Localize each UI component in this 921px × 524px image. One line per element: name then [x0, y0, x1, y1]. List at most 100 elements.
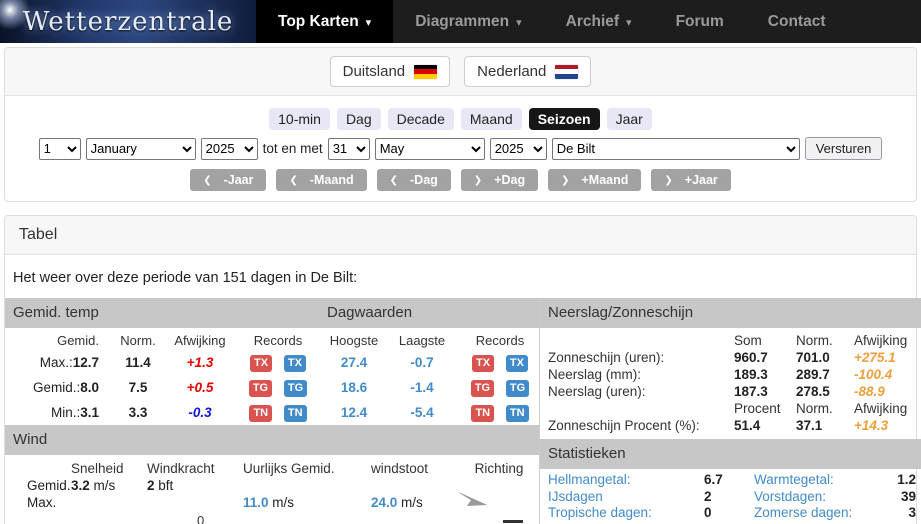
record-badge-red[interactable]: TX — [250, 354, 273, 372]
nav-archief[interactable]: Archief ▾ — [544, 0, 654, 43]
station-select[interactable]: De Bilt — [551, 137, 800, 160]
top-navigation: Wetterzentrale Top Karten ▾ Diagrammen ▾… — [0, 0, 921, 43]
hoogste-link[interactable]: 12.4 — [321, 405, 387, 420]
wind-section-header: Wind — [5, 425, 539, 455]
plus-jaar-button[interactable]: ❯ +Jaar — [651, 169, 731, 191]
to-day-select[interactable]: 31 — [327, 137, 370, 160]
tab-maand[interactable]: Maand — [460, 108, 522, 130]
minus-maand-button[interactable]: ❮ -Maand — [276, 169, 367, 191]
record-badge-red[interactable]: TG — [248, 379, 273, 397]
caret-down-icon: ▾ — [365, 17, 372, 29]
chart-axis-tick: 0 — [197, 513, 205, 524]
minus-dag-button[interactable]: ❮ -Dag — [376, 169, 451, 191]
neerslag-row-uren: Neerslag (uren): 187.3 278.5 -88.9 — [548, 384, 885, 399]
filter-body: 10-min Dag Decade Maand Seizoen Jaar 1 J… — [5, 96, 916, 201]
record-badge-red[interactable]: TX — [472, 354, 495, 372]
chevron-right-icon: ❯ — [561, 174, 570, 186]
record-badge-red[interactable]: TG — [470, 379, 495, 397]
nav-top-karten[interactable]: Top Karten ▾ — [256, 0, 394, 43]
caret-down-icon: ▾ — [626, 17, 632, 29]
laagste-link[interactable]: -1.4 — [387, 380, 457, 395]
statistieken-section-header: Statistieken — [540, 439, 921, 469]
country-label: Duitsland — [342, 63, 406, 80]
versturen-button[interactable]: Versturen — [804, 137, 883, 160]
record-badge-blue[interactable]: TN — [505, 404, 529, 422]
wind-column-headers: Snelheid Windkracht Uurlijks Gemid. wind… — [71, 461, 524, 476]
wind-title: Wind — [13, 431, 48, 448]
nederland-button[interactable]: Nederland — [464, 56, 592, 87]
nav-label: Archief — [565, 12, 620, 30]
record-badge-blue[interactable]: TX — [505, 354, 528, 372]
duitsland-button[interactable]: Duitsland — [329, 56, 451, 87]
record-badge-blue[interactable]: TX — [283, 354, 306, 372]
period-tabs: 10-min Dag Decade Maand Seizoen Jaar — [5, 108, 916, 130]
temp-section-header: Gemid. temp Dagwaarden — [5, 298, 539, 328]
tab-seizoen[interactable]: Seizoen — [528, 108, 600, 130]
step-buttons: ❮ -Jaar ❮ -Maand ❮ -Dag ❯ +Dag ❯ +Maand … — [5, 169, 916, 191]
chevron-right-icon: ❯ — [664, 174, 673, 186]
from-day-select[interactable]: 1 — [38, 137, 81, 160]
stat-label[interactable]: Warmtegetal: — [754, 472, 872, 489]
plus-maand-button[interactable]: ❯ +Maand — [548, 169, 642, 191]
tab-decade[interactable]: Decade — [387, 108, 454, 130]
chart-menu-icon[interactable] — [503, 520, 523, 524]
stat-label[interactable]: Zomerse dagen: — [754, 505, 872, 522]
afwijking-value: -0.3 — [188, 405, 212, 420]
nav-label: Top Karten — [278, 12, 359, 30]
nav-diagrammen[interactable]: Diagrammen ▾ — [393, 0, 543, 43]
nav-forum[interactable]: Forum — [654, 0, 746, 43]
chevron-left-icon: ❮ — [389, 174, 398, 186]
wind-rows: Gemid. 3.2 m/s 2 bft Max. 11.0 m/s 24.0 … — [5, 477, 539, 511]
nav-contact[interactable]: Contact — [746, 0, 848, 43]
country-label: Nederland — [477, 63, 547, 80]
nav-label: Diagrammen — [415, 12, 510, 30]
tabel-section-title: Tabel — [5, 216, 916, 255]
record-badge-blue[interactable]: TG — [505, 379, 530, 397]
minus-jaar-button[interactable]: ❮ -Jaar — [190, 169, 267, 191]
statistieken-title: Statistieken — [548, 445, 626, 462]
to-month-select[interactable]: May — [374, 137, 485, 160]
record-badge-red[interactable]: TN — [471, 404, 495, 422]
from-month-select[interactable]: January — [85, 137, 196, 160]
site-logo[interactable]: Wetterzentrale — [0, 0, 256, 43]
stat-label[interactable]: Vorstdagen: — [754, 489, 872, 506]
neerslag-row-mm: Neerslag (mm): 189.3 289.7 -100.4 — [548, 367, 893, 382]
period-summary-text: Het weer over deze periode van 151 dagen… — [13, 270, 358, 286]
nav-label: Forum — [675, 12, 724, 30]
stat-label[interactable]: IJsdagen — [548, 489, 704, 506]
temp-row-max: Max.:12.7 11.4 +1.3 TX TX 27.4 -0.7 TX T… — [5, 350, 539, 375]
range-connector-label: tot en met — [262, 141, 323, 156]
stat-label[interactable]: Hellmangetal: — [548, 472, 704, 489]
right-table-column: Neerslag/Zonneschijn Som Norm. Afwijking… — [539, 298, 921, 524]
plus-dag-button[interactable]: ❯ +Dag — [460, 169, 539, 191]
tab-jaar[interactable]: Jaar — [606, 108, 652, 130]
temp-row-min: Min.:3.1 3.3 -0.3 TN TN 12.4 -5.4 TN TN — [5, 400, 539, 425]
chevron-right-icon: ❯ — [473, 174, 483, 186]
tab-10min[interactable]: 10-min — [269, 108, 330, 130]
uurlijks-gemid-link[interactable]: 11.0 — [243, 495, 269, 510]
neerslag-headers-som: Som Norm. Afwijking — [734, 333, 908, 348]
wind-direction-arrow-icon — [458, 492, 487, 506]
windstoot-link[interactable]: 24.0 — [371, 495, 397, 510]
country-selector: Duitsland Nederland — [5, 48, 916, 96]
record-badge-red[interactable]: TN — [249, 404, 273, 422]
from-year-select[interactable]: 2025 — [200, 137, 258, 160]
hoogste-link[interactable]: 18.6 — [321, 380, 387, 395]
stat-label[interactable]: Tropische dagen: — [548, 505, 704, 522]
germany-flag-icon — [414, 64, 438, 79]
chevron-left-icon: ❮ — [289, 174, 298, 186]
record-badge-blue[interactable]: TG — [283, 379, 308, 397]
hoogste-link[interactable]: 27.4 — [321, 355, 387, 370]
neerslag-section-header: Neerslag/Zonneschijn — [540, 298, 921, 328]
laagste-link[interactable]: -0.7 — [387, 355, 457, 370]
caret-down-icon: ▾ — [516, 17, 522, 29]
neerslag-row-procent: Zonneschijn Procent (%): 51.4 37.1 +14.3 — [548, 418, 889, 433]
tab-dag[interactable]: Dag — [336, 108, 381, 130]
temp-row-gemid: Gemid.:8.0 7.5 +0.5 TG TG 18.6 -1.4 TG T… — [5, 375, 539, 400]
record-badge-blue[interactable]: TN — [283, 404, 307, 422]
to-year-select[interactable]: 2025 — [489, 137, 547, 160]
neerslag-row-zonneschijn-uren: Zonneschijn (uren): 960.7 701.0 +275.1 — [548, 350, 896, 365]
netherlands-flag-icon — [555, 64, 579, 79]
wind-direction-chart: 0 Richting (°) — [5, 511, 539, 524]
laagste-link[interactable]: -5.4 — [387, 405, 457, 420]
